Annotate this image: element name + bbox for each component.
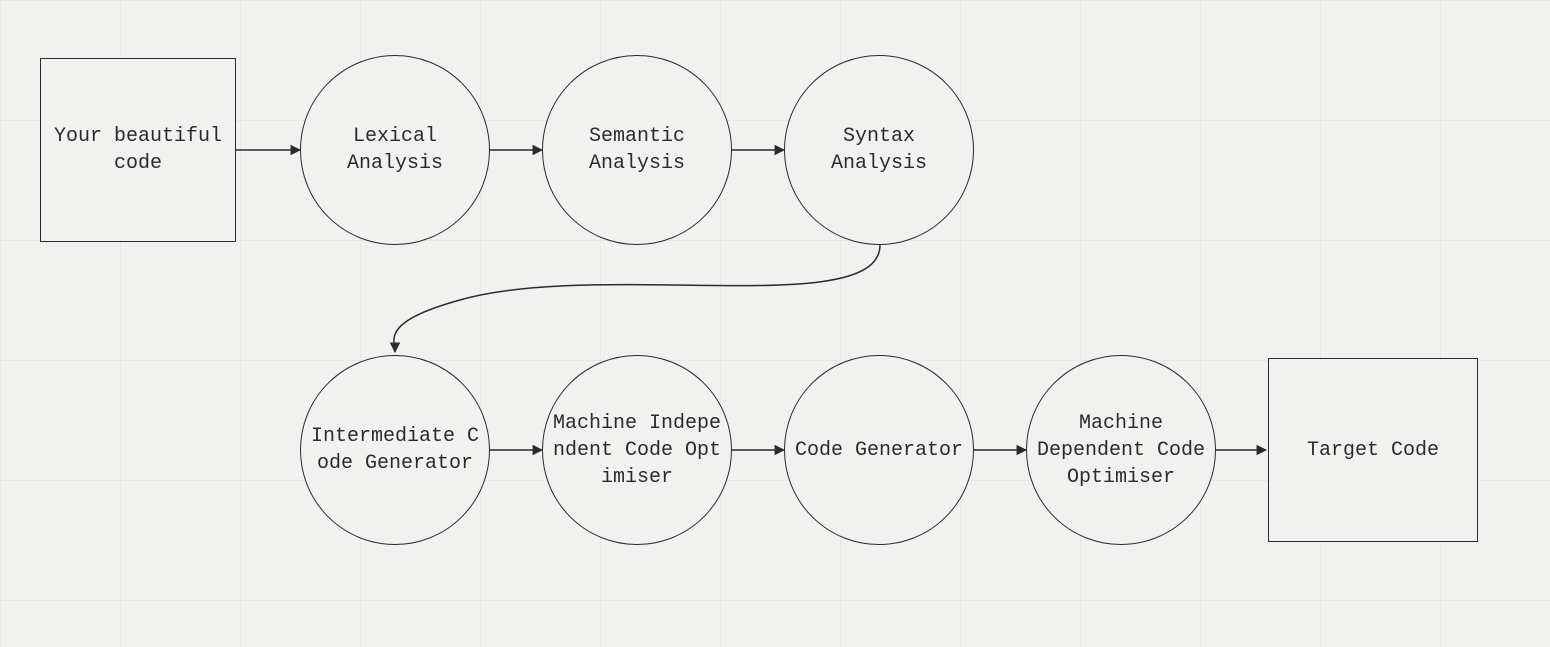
node-label: Intermediate Code Generator (309, 423, 481, 477)
node-machine-dependent-optimiser: Machine Dependent Code Optimiser (1026, 355, 1216, 545)
node-syntax-analysis: Syntax Analysis (784, 55, 974, 245)
node-semantic-analysis: Semantic Analysis (542, 55, 732, 245)
node-machine-independent-optimiser: Machine Independent Code Optimiser (542, 355, 732, 545)
node-label: Machine Dependent Code Optimiser (1035, 410, 1207, 491)
node-label: Machine Independent Code Optimiser (551, 410, 723, 491)
node-lexical-analysis: Lexical Analysis (300, 55, 490, 245)
node-label: Semantic Analysis (551, 123, 723, 177)
node-label: Syntax Analysis (793, 123, 965, 177)
node-label: Your beautiful code (49, 123, 227, 177)
node-source-code: Your beautiful code (40, 58, 236, 242)
node-code-generator: Code Generator (784, 355, 974, 545)
node-intermediate-code-generator: Intermediate Code Generator (300, 355, 490, 545)
node-label: Target Code (1307, 437, 1439, 464)
node-label: Lexical Analysis (309, 123, 481, 177)
node-target-code: Target Code (1268, 358, 1478, 542)
node-label: Code Generator (795, 437, 963, 464)
